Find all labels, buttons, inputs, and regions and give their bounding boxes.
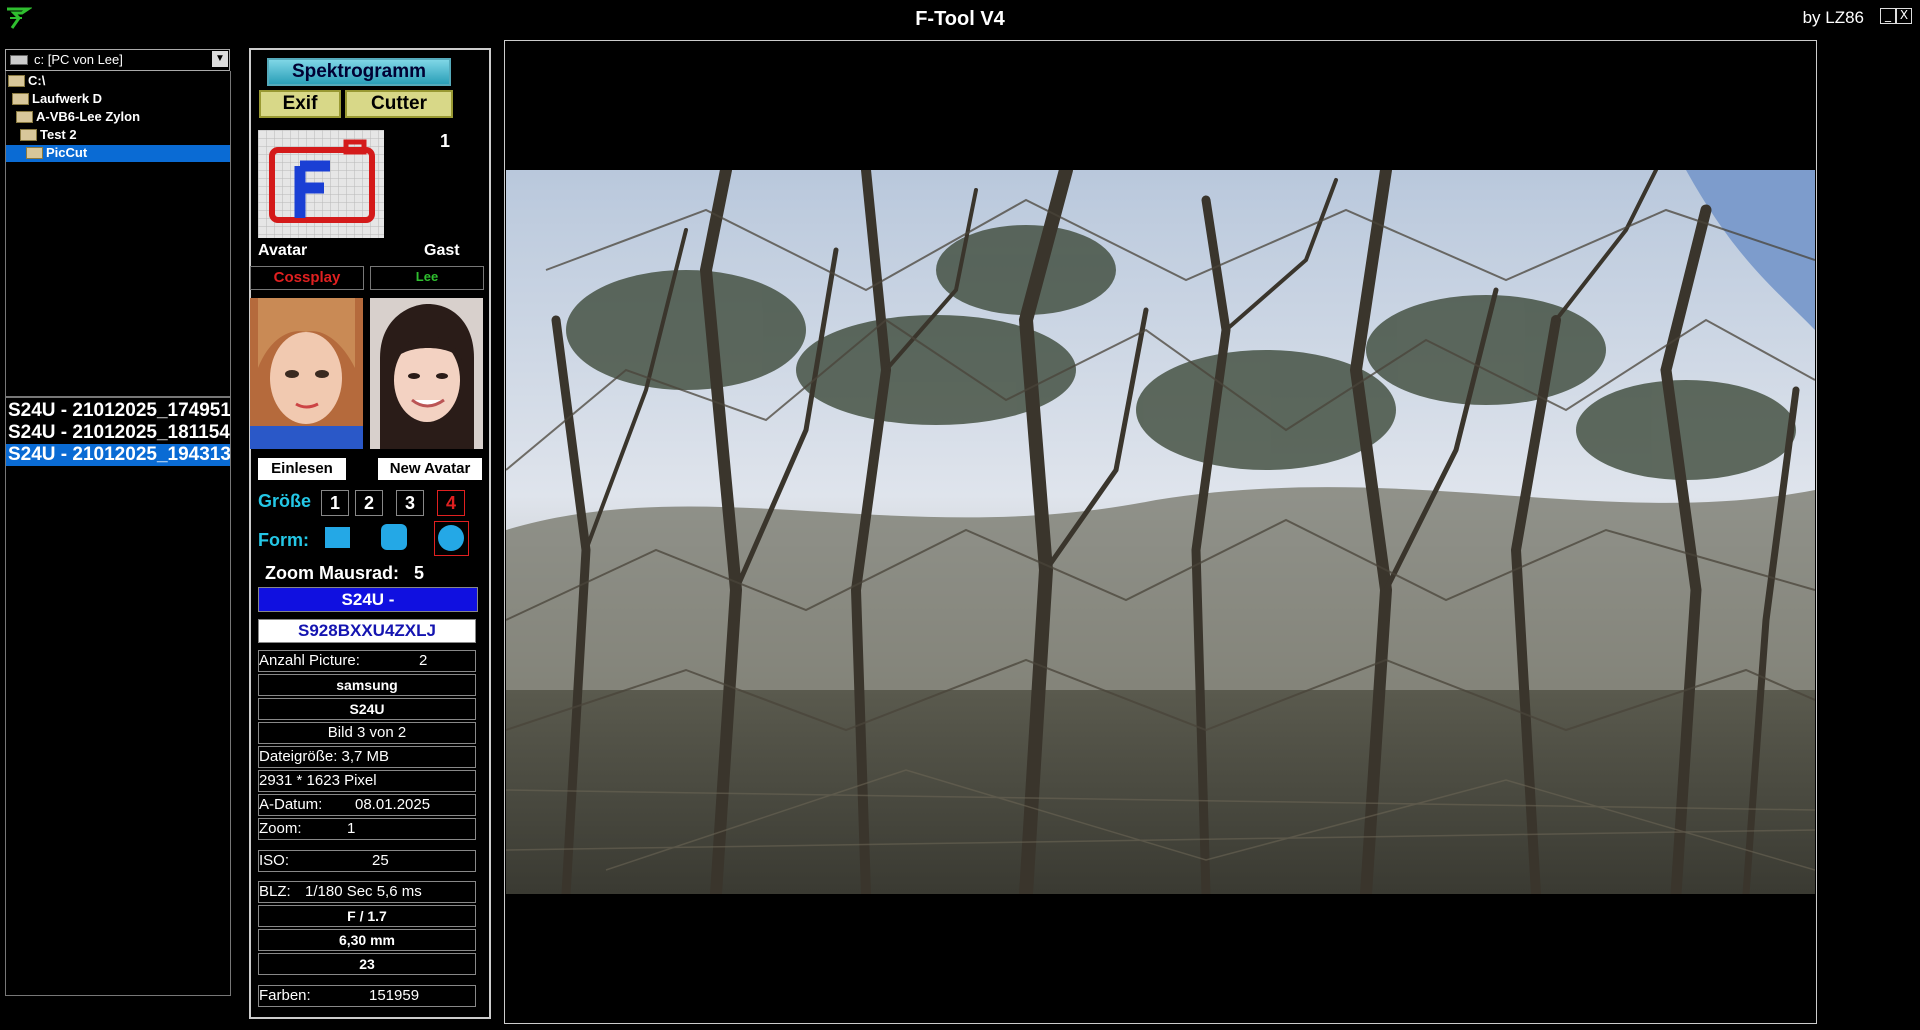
tree-item-label: C:\ [28,73,46,88]
window-title: F-Tool V4 [915,8,1005,30]
form-label: Form: [258,530,309,550]
datum-value: 08.01.2025 [355,796,431,813]
folder-icon [8,74,25,87]
einlesen-button[interactable]: Einlesen [258,458,346,480]
directory-tree[interactable]: C:\ Laufwerk D A-VB6-Lee Zylon Test 2 Pi… [5,71,231,397]
tree-item-a-vb6[interactable]: A-VB6-Lee Zylon [16,109,140,126]
make-row: samsung [258,674,476,696]
zoom-mausrad: Zoom Mausrad: 5 [265,563,424,584]
zoom-mausrad-value: 5 [414,563,425,583]
model-row: S24U [258,698,476,720]
folder-open-icon [26,146,43,159]
gast-label: Gast [424,242,460,259]
size-button-1[interactable]: 1 [321,490,349,516]
size-button-2[interactable]: 2 [355,490,383,516]
blz-label: BLZ: [259,883,291,900]
camera-logo-icon[interactable] [258,130,384,238]
tree-item-label: A-VB6-Lee Zylon [36,109,141,124]
zoom-label: Zoom: [259,820,302,837]
tree-item-laufwerk-d[interactable]: Laufwerk D [12,91,102,108]
dateigroesse-row: Dateigröße: 3,7 MB [258,746,476,768]
square-shape-icon[interactable] [325,527,350,548]
size-button-3[interactable]: 3 [396,490,424,516]
circle-shape-icon[interactable] [438,525,464,551]
credit-label: by LZ86 [1802,8,1864,27]
avatar-portrait-image[interactable] [250,298,363,449]
iso-label: ISO: [259,852,290,869]
fnumber-row: F / 1.7 [258,905,476,927]
close-button[interactable]: X [1896,8,1912,24]
tree-item-c[interactable]: C:\ [8,73,45,90]
farben-label: Farben: [259,987,311,1004]
tree-item-label: Laufwerk D [32,91,103,106]
bild-row: Bild 3 von 2 [258,722,476,744]
folder-icon [20,128,37,141]
cutter-button[interactable]: Cutter [345,90,453,118]
drive-select[interactable]: c: [PC von Lee] ▼ [5,49,230,71]
iso-value: 25 [372,852,389,869]
drive-select-value: c: [PC von Lee] [34,52,123,67]
blz-row: BLZ: 1/180 Sec 5,6 ms [258,881,476,903]
zoom-mausrad-label: Zoom Mausrad: [265,563,400,583]
pixel-row: 2931 * 1623 Pixel [258,770,476,792]
anzahl-row: Anzahl Picture: 2 [258,650,476,672]
groesse-label: Größe [258,491,312,511]
gast-name-field[interactable]: Lee [370,266,484,290]
tree-item-test-2[interactable]: Test 2 [20,127,77,144]
avatar-label: Avatar [258,242,308,259]
list-item[interactable]: S24U - 21012025_174951 [6,400,230,422]
blz-value: 1/180 Sec 5,6 ms [305,883,422,900]
datum-row: A-Datum: 08.01.2025 [258,794,476,816]
drive-icon [10,55,28,65]
zoom-value: 1 [347,820,356,837]
file-list[interactable]: S24U - 21012025_174951 S24U - 21012025_1… [5,397,231,996]
anzahl-label: Anzahl Picture: [259,652,360,669]
minimize-button[interactable]: _ [1880,8,1896,24]
farben-row: Farben: 151959 [258,985,476,1007]
list-item[interactable]: S24U - 21012025_194313 [6,444,230,466]
focal35-row: 23 [258,953,476,975]
anzahl-value: 2 [419,652,428,669]
tree-item-piccut[interactable]: PicCut [6,145,230,162]
list-item[interactable]: S24U - 21012025_181154 [6,422,230,444]
focal-row: 6,30 mm [258,929,476,951]
firmware-bar: S928BXXU4ZXLJ [258,619,476,643]
datum-label: A-Datum: [259,796,323,813]
folder-icon [12,92,29,105]
iso-row: ISO: 25 [258,850,476,872]
avatar-counter: 1 [440,131,451,151]
folder-icon [16,110,33,123]
tree-item-label: PicCut [46,145,88,160]
zoom-row: Zoom: 1 [258,818,476,840]
size-button-4[interactable]: 4 [437,490,465,516]
spektrogramm-button[interactable]: Spektrogramm [267,58,451,86]
forest-photo-image[interactable] [506,170,1815,894]
exif-button[interactable]: Exif [259,90,341,118]
rounded-square-shape-icon[interactable] [381,524,407,550]
avatar-name-field[interactable]: Cossplay [250,266,364,290]
model-name-bar: S24U - [258,587,478,612]
gast-portrait-image[interactable] [370,298,483,449]
chevron-down-icon[interactable]: ▼ [212,51,228,67]
new-avatar-button[interactable]: New Avatar [378,458,482,480]
farben-value: 151959 [369,987,420,1004]
tree-item-label: Test 2 [40,127,77,142]
